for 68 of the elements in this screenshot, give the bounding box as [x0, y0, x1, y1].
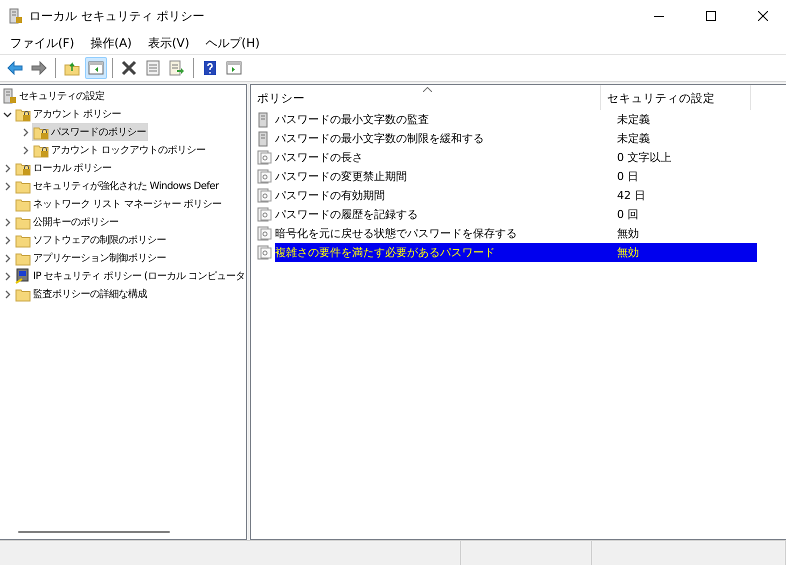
menu-item[interactable]: 操作(A)	[82, 34, 140, 52]
menu-item[interactable]: 表示(V)	[140, 34, 198, 52]
policy-cell[interactable]: パスワードの有効期間	[275, 186, 609, 205]
locked-folder-icon	[15, 160, 31, 176]
folder-icon	[15, 286, 31, 302]
tree-item[interactable]: セキュリティの設定	[1, 87, 106, 105]
policy-cell[interactable]: パスワードの最小文字数の監査	[275, 110, 609, 129]
tree-item[interactable]: アカウント ポリシー	[14, 105, 124, 123]
tree-item[interactable]: セキュリティが強化された Windows Defer	[14, 177, 221, 195]
maximize-icon	[706, 11, 716, 21]
tree-item[interactable]: 公開キーのポリシー	[14, 213, 120, 231]
policy-cell[interactable]: パスワードの長さ	[275, 148, 609, 167]
policy-icon	[257, 188, 272, 203]
column-header[interactable]: ポリシー	[251, 85, 601, 110]
window-title: ローカル セキュリティ ポリシー	[29, 8, 206, 24]
tree-item[interactable]: パスワードのポリシー	[32, 123, 148, 141]
help-icon	[203, 60, 217, 76]
forward-arrow-icon	[31, 61, 47, 75]
menu-item[interactable]: ヘルプ(H)	[197, 34, 268, 52]
setting-cell-text: 42 日	[616, 188, 646, 204]
server-lock-icon	[2, 88, 17, 104]
export-list-icon	[169, 60, 185, 76]
policy-icon	[257, 150, 272, 165]
pane-icon	[88, 61, 104, 75]
folder-icon	[15, 232, 31, 248]
setting-cell-text: 未定義	[616, 131, 651, 147]
setting-cell-text: 0 文字以上	[616, 150, 672, 166]
close-icon	[758, 11, 768, 21]
policy-cell[interactable]: 暗号化を元に戻せる状態でパスワードを保存する	[275, 224, 609, 243]
tree-item[interactable]: アプリケーション制御ポリシー	[14, 249, 168, 267]
computer-icon	[15, 268, 31, 284]
folder-icon	[15, 250, 31, 266]
tree-item[interactable]: ソフトウェアの制限のポリシー	[14, 231, 168, 249]
policy-cell[interactable]: パスワードの変更禁止期間	[275, 167, 609, 186]
folder-icon	[15, 214, 31, 230]
setting-cell-text: 0 回	[616, 207, 640, 223]
app-icon	[8, 8, 23, 24]
policy-icon	[257, 226, 272, 241]
properties-icon	[146, 60, 160, 76]
menu-item[interactable]: ファイル(F)	[2, 34, 82, 52]
folder-icon	[15, 196, 31, 212]
setting-cell: 無効	[609, 243, 757, 262]
setting-cell-text: 無効	[616, 226, 640, 242]
tree-item[interactable]: ローカル ポリシー	[14, 159, 114, 177]
policy-cell[interactable]: パスワードの履歴を記録する	[275, 205, 609, 224]
locked-folder-icon	[33, 142, 49, 158]
policy-icon	[257, 207, 272, 222]
column-header[interactable]: セキュリティの設定	[601, 85, 751, 110]
sort-caret-icon	[423, 87, 432, 92]
setting-cell-text: 未定義	[616, 112, 651, 128]
setting-cell-text: 0 日	[616, 169, 640, 185]
tree-item[interactable]: アカウント ロックアウトのポリシー	[32, 141, 208, 159]
policy-cell[interactable]: 複雑さの要件を満たす必要があるパスワード	[275, 243, 609, 262]
folder-up-icon	[64, 60, 80, 76]
toolbar-button[interactable]	[85, 57, 107, 79]
folder-icon	[15, 178, 31, 194]
tree-item[interactable]: 監査ポリシーの詳細な構成	[14, 285, 149, 303]
tree-item[interactable]: IP セキュリティ ポリシー (ローカル コンピュータ	[14, 267, 246, 285]
policy-cell[interactable]: パスワードの最小文字数の制限を緩和する	[275, 129, 609, 148]
locked-folder-icon	[33, 124, 49, 140]
policy-icon	[257, 245, 272, 260]
locked-folder-icon	[15, 106, 31, 122]
back-arrow-icon	[7, 61, 23, 75]
pane-icon	[226, 61, 242, 75]
scrollbar-thumb[interactable]	[18, 531, 170, 533]
delete-icon	[121, 60, 137, 76]
tree-item[interactable]: ネットワーク リスト マネージャー ポリシー	[14, 195, 224, 213]
policy-icon	[257, 169, 272, 184]
